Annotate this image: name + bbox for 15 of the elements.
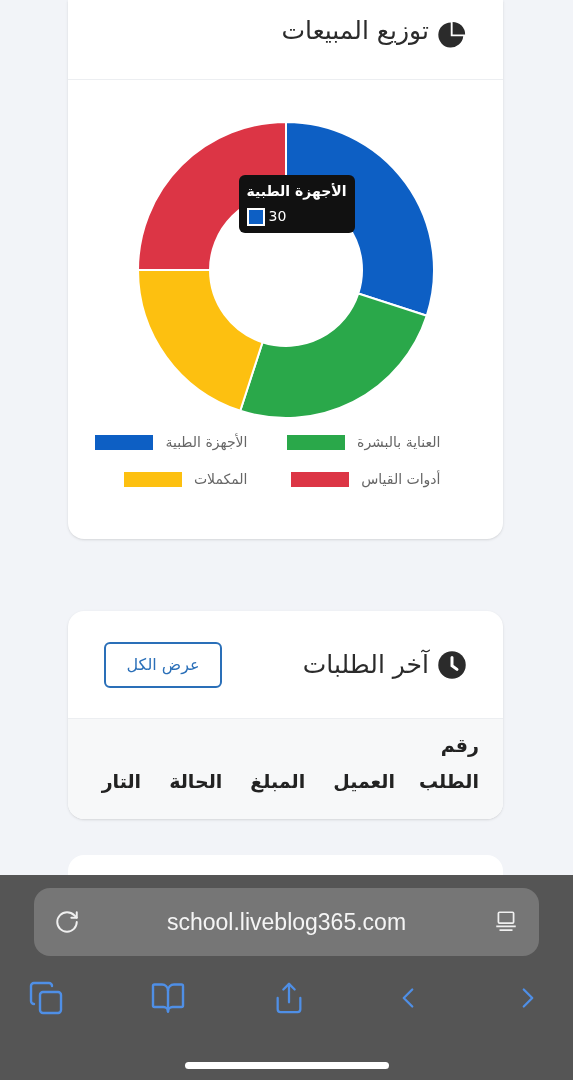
column-header: العميل (333, 769, 395, 794)
tooltip-title: الأجهزة الطبية (246, 182, 347, 202)
legend-label: العناية بالبشرة (357, 433, 441, 453)
column-header: التار (101, 769, 142, 795)
url-text[interactable]: school.liveblog365.com (166, 904, 407, 940)
column-header: المبلغ (250, 769, 306, 795)
column-header: الحالة (169, 769, 223, 794)
legend-label: المكملات (193, 470, 248, 489)
address-bar[interactable]: school.liveblog365.com (34, 888, 539, 956)
legend-label: أدوات القياس (361, 469, 441, 490)
card-title: توزيع المبيعات (281, 15, 429, 47)
tooltip-value: 30 (268, 207, 287, 226)
card-title: آخر الطلبات (302, 648, 429, 682)
view-all-button[interactable]: عرض الكل (104, 641, 222, 688)
legend-label: الأجهزة الطبية (165, 432, 248, 453)
